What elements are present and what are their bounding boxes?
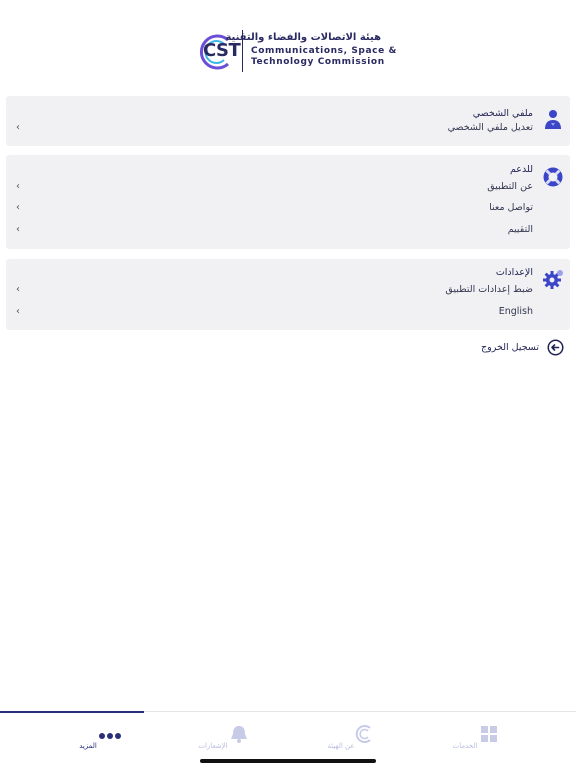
- contact-us-row[interactable]: تواصل معنا ‹: [6, 198, 570, 218]
- edit-profile-label: تعديل ملفي الشخصي: [447, 122, 533, 133]
- tab-more-label: المزيد: [79, 742, 97, 750]
- tab-more[interactable]: المزيد: [16, 712, 160, 762]
- language-label: English: [498, 306, 533, 317]
- org-name-en-line1: Communications, Space &: [251, 46, 397, 56]
- edit-profile-row[interactable]: تعديل ملفي الشخصي ‹: [6, 118, 570, 140]
- logo-text: CST: [203, 40, 241, 61]
- rating-label: التقييم: [507, 224, 533, 235]
- about-app-row[interactable]: عن التطبيق ‹: [6, 177, 570, 197]
- org-name-ar: هيئة الاتصالات والفضاء والتقنية: [225, 32, 381, 43]
- app-settings-label: ضبط إعدادات التطبيق: [445, 284, 533, 295]
- logout-label[interactable]: تسجيل الخروج: [481, 342, 539, 353]
- support-title: للدعم: [509, 164, 533, 175]
- logout-icon[interactable]: [547, 339, 564, 356]
- chevron-left-icon: ‹: [16, 181, 20, 192]
- bell-icon: [231, 726, 247, 743]
- profile-card: ملفي الشخصي تعديل ملفي الشخصي ‹: [6, 96, 570, 146]
- support-card: للدعم عن التطبيق ‹ تواصل معنا ‹ التقييم …: [6, 155, 570, 249]
- tab-services-label: الخدمات: [452, 742, 478, 750]
- about-app-label: عن التطبيق: [487, 181, 533, 192]
- cst-logo-icon: [355, 725, 371, 743]
- settings-title: الإعدادات: [495, 267, 533, 278]
- app-settings-row[interactable]: ضبط إعدادات التطبيق ‹: [6, 280, 570, 300]
- tab-about-commission-label: عن الهيئة: [327, 742, 355, 750]
- tab-services[interactable]: الخدمات: [393, 712, 537, 762]
- app-header: CST هيئة الاتصالات والفضاء والتقنية Comm…: [0, 28, 576, 76]
- rating-row[interactable]: التقييم ‹: [6, 219, 570, 239]
- tab-notifications[interactable]: الإشعارات: [141, 712, 285, 762]
- org-name-en-line2: Technology Commission: [251, 57, 385, 67]
- language-row[interactable]: English ‹: [6, 301, 570, 321]
- chevron-left-icon: ‹: [16, 122, 20, 133]
- chevron-left-icon: ‹: [16, 224, 20, 235]
- tab-notifications-label: الإشعارات: [198, 742, 228, 750]
- chevron-left-icon: ‹: [16, 284, 20, 295]
- home-indicator: [200, 759, 376, 763]
- chevron-left-icon: ‹: [16, 306, 20, 317]
- chevron-left-icon: ‹: [16, 202, 20, 213]
- settings-card: الإعدادات ضبط إعدادات التطبيق ‹ English …: [6, 259, 570, 330]
- tab-about-commission[interactable]: عن الهيئة: [269, 712, 413, 762]
- contact-us-label: تواصل معنا: [489, 202, 533, 213]
